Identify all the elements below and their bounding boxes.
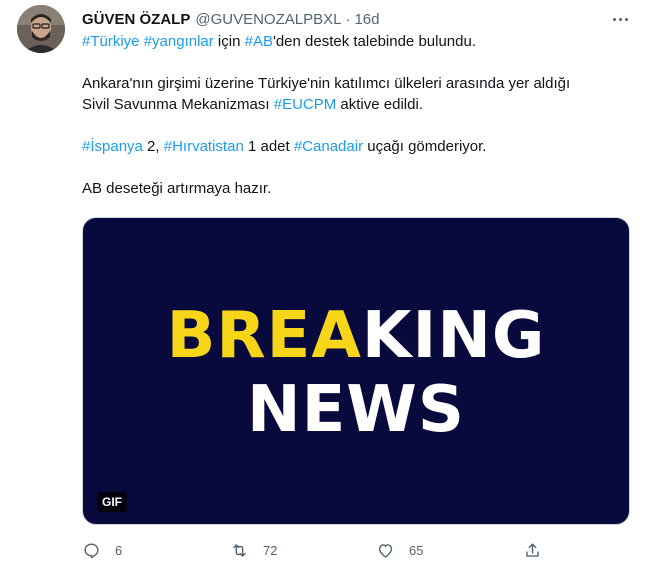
action-bar: 6 72 65 — [82, 538, 552, 562]
text-span: için — [213, 33, 245, 50]
tweet-card[interactable]: GÜVEN ÖZALP @GUVENOZALPBXL · 16d #Türkiy… — [0, 0, 650, 573]
hashtag-link[interactable]: #yangınlar — [144, 33, 214, 50]
headline-news: NEWS — [247, 373, 465, 447]
text-span: 1 adet — [243, 138, 294, 155]
text-span: 2, — [142, 138, 164, 155]
text-span: AB deseteği artırmaya hazır. — [82, 180, 272, 197]
text-span: Ankara'nın girşimi üzerine Türkiye'nin k… — [82, 75, 571, 92]
text-span: aktive edildi. — [336, 96, 423, 113]
gif-badge: GIF — [97, 492, 127, 512]
share-button[interactable] — [523, 538, 542, 562]
text-line: AB deseteği artırmaya hazır. — [82, 178, 622, 199]
headline-breaking: BREAKING — [83, 298, 629, 374]
tweet-header: GÜVEN ÖZALP @GUVENOZALPBXL · 16d — [82, 9, 379, 29]
headline-rest: KING — [361, 299, 546, 373]
author-name[interactable]: GÜVEN ÖZALP — [82, 11, 190, 28]
gif-media[interactable]: BREAKING NEWS GIF — [82, 217, 630, 525]
tweet-timestamp[interactable]: 16d — [354, 11, 379, 28]
text-span: Sivil Savunma Mekanizması — [82, 96, 274, 113]
avatar[interactable] — [17, 5, 65, 53]
reply-count: 6 — [115, 542, 123, 558]
hashtag-link[interactable]: #EUCPM — [274, 96, 337, 113]
reply-icon — [84, 542, 99, 558]
like-button[interactable]: 65 — [376, 538, 423, 562]
reply-button[interactable]: 6 — [82, 538, 122, 562]
text-line: Ankara'nın girşimi üzerine Türkiye'nin k… — [82, 73, 622, 94]
hashtag-link[interactable]: #Türkiye — [82, 33, 140, 50]
like-icon — [378, 543, 393, 558]
hashtag-link[interactable]: #İspanya — [82, 138, 143, 155]
like-count: 65 — [409, 542, 424, 558]
hashtag-link[interactable]: #Hırvatistan — [164, 138, 244, 155]
more-icon[interactable] — [608, 10, 632, 28]
author-handle[interactable]: @GUVENOZALPBXL — [195, 11, 341, 28]
retweet-count: 72 — [263, 542, 278, 558]
avatar-photo — [17, 5, 65, 53]
text-line: Sivil Savunma Mekanizması #EUCPM aktive … — [82, 94, 622, 115]
share-icon — [526, 542, 539, 557]
text-line: #Türkiye #yangınlar için #AB'den destek … — [82, 31, 622, 52]
separator-dot: · — [345, 10, 351, 28]
retweet-icon — [233, 543, 246, 557]
hashtag-link[interactable]: #Canadair — [294, 138, 363, 155]
text-span: uçağı gömderiyor. — [363, 138, 487, 155]
headline-highlight: BREA — [166, 299, 362, 373]
text-line: #İspanya 2, #Hırvatistan 1 adet #Canadai… — [82, 136, 622, 157]
tweet-text: #Türkiye #yangınlar için #AB'den destek … — [82, 31, 622, 199]
retweet-button[interactable]: 72 — [230, 538, 277, 562]
text-span: 'den destek talebinde bulundu. — [272, 33, 476, 50]
hashtag-link[interactable]: #AB — [245, 33, 273, 50]
